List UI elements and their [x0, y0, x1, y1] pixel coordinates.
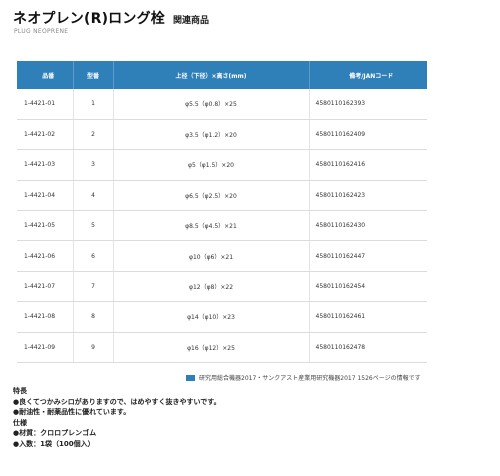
table-header-row: 品番 型番 上径（下径）×高さ(mm) 備考/JANコード — [17, 61, 427, 89]
cell-code: 1-4421-05 — [17, 210, 74, 242]
related-products-tag: 関連商品 — [172, 16, 209, 26]
cell-model: 1 — [73, 89, 114, 120]
table-row: 1-4421-07 7 φ12（φ8）×22 4580110162454 — [17, 271, 427, 303]
note-marker-icon — [186, 374, 195, 381]
col-header-code: 品番 — [17, 61, 74, 89]
feature-item: ●耐油性・耐薬品性に優れています。 — [13, 408, 131, 416]
cell-jan: 4580110162454 — [309, 271, 427, 303]
cell-model: 4 — [73, 180, 114, 212]
table-row: 1-4421-01 1 φ5.5（φ0.8）×25 4580110162393 — [17, 89, 427, 120]
cell-model: 9 — [73, 332, 114, 364]
cell-size: φ8.5（φ4.5）×21 — [113, 210, 310, 242]
cell-size: φ5（φ1.5）×20 — [113, 149, 310, 181]
cell-model: 6 — [73, 240, 114, 272]
cell-code: 1-4421-04 — [17, 180, 74, 212]
cell-size: φ5.5（φ0.8）×25 — [113, 89, 310, 120]
cell-size: φ6.5（φ2.5）×20 — [113, 180, 310, 212]
cell-size: φ16（φ12）×25 — [113, 332, 310, 364]
cell-code: 1-4421-09 — [17, 332, 74, 364]
cell-size: φ10（φ6）×21 — [113, 240, 310, 272]
cell-jan: 4580110162447 — [309, 240, 427, 272]
table-row: 1-4421-08 8 φ14（φ10）×23 4580110162461 — [17, 301, 427, 333]
catalog-note: 研究用総合機器2017・サンクアスト産業用研究機器2017 1526ページの情報… — [186, 373, 421, 382]
cell-model: 3 — [73, 149, 114, 181]
table-row: 1-4421-09 9 φ16（φ12）×25 4580110162478 — [17, 332, 427, 364]
table-body: 1-4421-01 1 φ5.5（φ0.8）×25 4580110162393 … — [17, 89, 427, 364]
feature-item: ●良くてつかみシロがありますので、はめやすく抜きやすいです。 — [13, 397, 221, 406]
cell-code: 1-4421-07 — [17, 271, 74, 303]
catalog-note-text: 研究用総合機器2017・サンクアスト産業用研究機器2017 1526ページの情報… — [199, 375, 421, 382]
cell-jan: 4580110162461 — [309, 301, 427, 333]
table-row: 1-4421-03 3 φ5（φ1.5）×20 4580110162416 — [17, 149, 427, 181]
cell-size: φ12（φ8）×22 — [113, 271, 310, 303]
col-header-model: 型番 — [73, 61, 114, 89]
cell-code: 1-4421-06 — [17, 240, 74, 272]
table-row: 1-4421-06 6 φ10（φ6）×21 4580110162447 — [17, 240, 427, 272]
features-heading: 特長 — [13, 387, 27, 395]
cell-jan: 4580110162416 — [309, 149, 427, 181]
title-row: ネオプレン(R)ロング栓 関連商品 — [13, 8, 209, 28]
cell-code: 1-4421-01 — [17, 89, 74, 120]
product-table: 品番 型番 上径（下径）×高さ(mm) 備考/JANコード 1-4421-01 … — [17, 61, 427, 364]
cell-code: 1-4421-03 — [17, 149, 74, 181]
cell-model: 7 — [73, 271, 114, 303]
spec-item: ●材質：クロロプレンゴム — [13, 429, 97, 437]
table-row: 1-4421-02 2 φ3.5（φ1.2）×20 4580110162409 — [17, 119, 427, 151]
features-section: 特長 ●良くてつかみシロがありますので、はめやすく抜きやすいです。 ●耐油性・耐… — [13, 386, 221, 449]
table-row: 1-4421-05 5 φ8.5（φ4.5）×21 4580110162430 — [17, 210, 427, 242]
cell-jan: 4580110162423 — [309, 180, 427, 212]
cell-model: 2 — [73, 119, 114, 151]
col-header-jan: 備考/JANコード — [309, 61, 427, 89]
page-title: ネオプレン(R)ロング栓 — [13, 11, 165, 27]
spec-heading: 仕様 — [13, 418, 27, 427]
cell-code: 1-4421-08 — [17, 301, 74, 333]
cell-size: φ3.5（φ1.2）×20 — [113, 119, 310, 151]
cell-jan: 4580110162393 — [309, 89, 427, 120]
cell-model: 8 — [73, 301, 114, 333]
cell-model: 5 — [73, 210, 114, 242]
cell-jan: 4580110162409 — [309, 119, 427, 151]
col-header-size: 上径（下径）×高さ(mm) — [113, 61, 310, 89]
cell-code: 1-4421-02 — [17, 119, 74, 151]
spec-item: ●入数：1袋（100個入） — [13, 439, 95, 448]
table-row: 1-4421-04 4 φ6.5（φ2.5）×20 4580110162423 — [17, 180, 427, 212]
page-subtitle: PLUG NEOPRENE — [14, 28, 69, 35]
cell-size: φ14（φ10）×23 — [113, 301, 310, 333]
cell-jan: 4580110162478 — [309, 332, 427, 364]
cell-jan: 4580110162430 — [309, 210, 427, 242]
